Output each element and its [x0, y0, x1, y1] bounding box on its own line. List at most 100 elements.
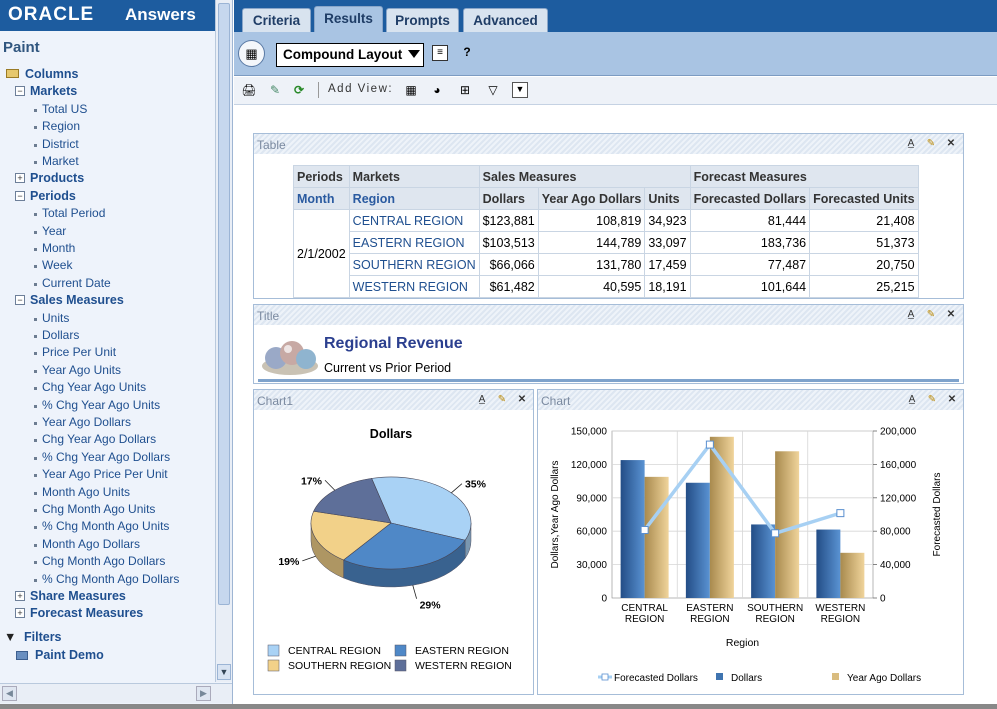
- tree-item-month-ago-dollars[interactable]: Month Ago Dollars: [0, 536, 214, 553]
- scroll-left-icon[interactable]: ◀: [2, 686, 17, 701]
- tree-item-chg-year-ago-dollars[interactable]: Chg Year Ago Dollars: [0, 431, 214, 448]
- pie-value-label: 29%: [420, 600, 442, 612]
- tree-item-year[interactable]: Year: [0, 223, 214, 240]
- close-icon[interactable]: ✕: [943, 136, 959, 152]
- tree-item-chg-month-ago-dollars[interactable]: Chg Month Ago Dollars: [0, 553, 214, 570]
- column-header: Forecast Measures: [689, 165, 919, 188]
- tree-item-forecast-measures[interactable]: + Forecast Measures: [0, 605, 214, 622]
- tree-item-month-ago-units[interactable]: Month Ago Units: [0, 484, 214, 501]
- tree-item-dollars[interactable]: Dollars: [0, 327, 214, 344]
- tree-item-year-ago-price-per-unit[interactable]: Year Ago Price Per Unit: [0, 466, 214, 483]
- bullet-icon: [34, 213, 37, 217]
- pie-leader-line: [451, 483, 463, 494]
- view-toolbar: 🖨 ✎ ⟳ Add View: ▦ ◕ ⊞ ▽ ▼: [234, 77, 997, 105]
- paint-logo: [262, 341, 318, 375]
- legend-label: WESTERN REGION: [415, 660, 512, 672]
- tree-item-district[interactable]: District: [0, 136, 214, 153]
- tree-item-chg-month-ago-units[interactable]: Chg Month Ago Units: [0, 501, 214, 518]
- format-view-icon[interactable]: A̲: [904, 392, 920, 408]
- window-border: [0, 704, 997, 709]
- expand-icon[interactable]: +: [15, 591, 25, 601]
- tree-item-week[interactable]: Week: [0, 257, 214, 274]
- tree-item-current-date[interactable]: Current Date: [0, 275, 214, 292]
- filter-item-paint-demo[interactable]: Paint Demo: [0, 647, 214, 664]
- scroll-right-icon[interactable]: ▶: [196, 686, 211, 701]
- bullet-icon: [34, 161, 37, 164]
- filters-section[interactable]: ▼ Filters: [0, 629, 214, 646]
- close-icon[interactable]: ✕: [943, 307, 959, 323]
- bar-dollars: [685, 482, 710, 598]
- tree-item-label: Chg Month Ago Units: [42, 502, 156, 516]
- vertical-scrollbar[interactable]: ▼: [215, 0, 232, 682]
- scrollbar-thumb[interactable]: [218, 3, 230, 605]
- tree-item-share-measures[interactable]: + Share Measures: [0, 588, 214, 605]
- tree-item-region[interactable]: Region: [0, 118, 214, 135]
- tab-prompts[interactable]: Prompts: [386, 8, 459, 33]
- tab-advanced[interactable]: Advanced: [463, 8, 548, 33]
- x-tick-label: WESTERN: [815, 603, 865, 614]
- tree-item-price-per-unit[interactable]: Price Per Unit: [0, 344, 214, 361]
- line-marker: [771, 529, 780, 538]
- tree-item-total-us[interactable]: Total US: [0, 101, 214, 118]
- tree-item-label: Month Ago Dollars: [42, 536, 141, 551]
- tree-item-year-ago-dollars[interactable]: Year Ago Dollars: [0, 414, 214, 431]
- tab-results[interactable]: Results: [314, 6, 383, 33]
- format-view-icon[interactable]: A̲: [903, 307, 919, 323]
- add-table-icon[interactable]: ▦: [402, 82, 420, 100]
- legend-label: CENTRAL REGION: [288, 645, 381, 657]
- combo-chart: 0 30,000 60,000 90,000 120,000 150,000 0 40,000…: [550, 427, 943, 685]
- table-row: EASTERN REGION $103,513 144,789 33,097 1…: [294, 231, 919, 254]
- tree-item-sales-measures[interactable]: − Sales Measures: [0, 292, 214, 309]
- tree-item-columns[interactable]: Columns: [0, 66, 214, 83]
- tree-item-market[interactable]: Market: [0, 153, 214, 170]
- close-icon[interactable]: ✕: [514, 392, 530, 408]
- bullet-icon: [34, 509, 37, 512]
- close-icon[interactable]: ✕: [944, 392, 960, 408]
- add-pivot-icon[interactable]: ⊞: [456, 82, 474, 100]
- edit-view-icon[interactable]: ✎: [494, 392, 510, 408]
- tree-item-chg-year-ago-units[interactable]: % Chg Year Ago Units: [0, 397, 214, 414]
- forecasted-dollars-cell: 101,644: [689, 275, 811, 298]
- tree-item-markets[interactable]: − Markets: [0, 83, 214, 100]
- horizontal-scrollbar[interactable]: ◀ ▶: [0, 683, 232, 703]
- scroll-down-icon[interactable]: ▼: [217, 664, 231, 680]
- layout-select[interactable]: Compound Layout: [276, 43, 424, 67]
- add-chart-icon[interactable]: ◕: [428, 82, 446, 100]
- tree-item-chg-month-ago-dollars[interactable]: % Chg Month Ago Dollars: [0, 571, 214, 588]
- add-filter-view-icon[interactable]: ▽: [484, 82, 502, 100]
- tree-item-total-period[interactable]: Total Period: [0, 205, 214, 222]
- collapse-icon[interactable]: −: [15, 190, 25, 201]
- format-view-icon[interactable]: A̲: [903, 136, 919, 152]
- collapse-icon[interactable]: −: [15, 295, 25, 306]
- compound-layout-icon[interactable]: ▦: [238, 40, 265, 67]
- tree-item-periods[interactable]: − Periods: [0, 188, 214, 205]
- collapse-icon[interactable]: −: [15, 86, 25, 97]
- tree-item-chg-year-ago-units[interactable]: Chg Year Ago Units: [0, 379, 214, 396]
- forecasted-dollars-cell: 81,444: [689, 209, 811, 232]
- x-tick-label: REGION: [821, 614, 860, 625]
- tree-item-chg-year-ago-dollars[interactable]: % Chg Year Ago Dollars: [0, 449, 214, 466]
- edit-view-icon[interactable]: ✎: [923, 307, 939, 323]
- title-view-panel: Title A̲ ✎ ✕ Regional Revenue Current vs…: [253, 304, 964, 384]
- tab-criteria[interactable]: Criteria: [242, 8, 311, 33]
- y-tick-label: 60,000: [576, 527, 607, 538]
- table-view-panel: Table A̲ ✎ ✕ Periods Markets Sales Measu…: [253, 133, 964, 299]
- edit-view-icon[interactable]: ✎: [924, 392, 940, 408]
- tree-item-products[interactable]: + Products: [0, 170, 214, 187]
- help-icon[interactable]: ?: [458, 44, 476, 62]
- tree-item-month[interactable]: Month: [0, 240, 214, 257]
- edit-view-icon[interactable]: ✎: [923, 136, 939, 152]
- expand-icon[interactable]: +: [15, 608, 25, 619]
- print-preview-icon[interactable]: ≡: [432, 45, 448, 61]
- more-views-dropdown-icon[interactable]: ▼: [512, 82, 528, 98]
- format-view-icon[interactable]: A̲: [474, 392, 490, 408]
- edit-icon[interactable]: ✎: [266, 82, 284, 100]
- expand-icon[interactable]: +: [15, 173, 25, 184]
- tree-item-year-ago-units[interactable]: Year Ago Units: [0, 362, 214, 379]
- units-cell: 17,459: [644, 253, 691, 276]
- tree-item-units[interactable]: Units: [0, 310, 214, 327]
- print-icon[interactable]: 🖨: [240, 82, 258, 100]
- tree-item-label: Price Per Unit: [42, 345, 117, 360]
- tree-item-chg-month-ago-units[interactable]: % Chg Month Ago Units: [0, 518, 214, 535]
- refresh-icon[interactable]: ⟳: [290, 82, 308, 100]
